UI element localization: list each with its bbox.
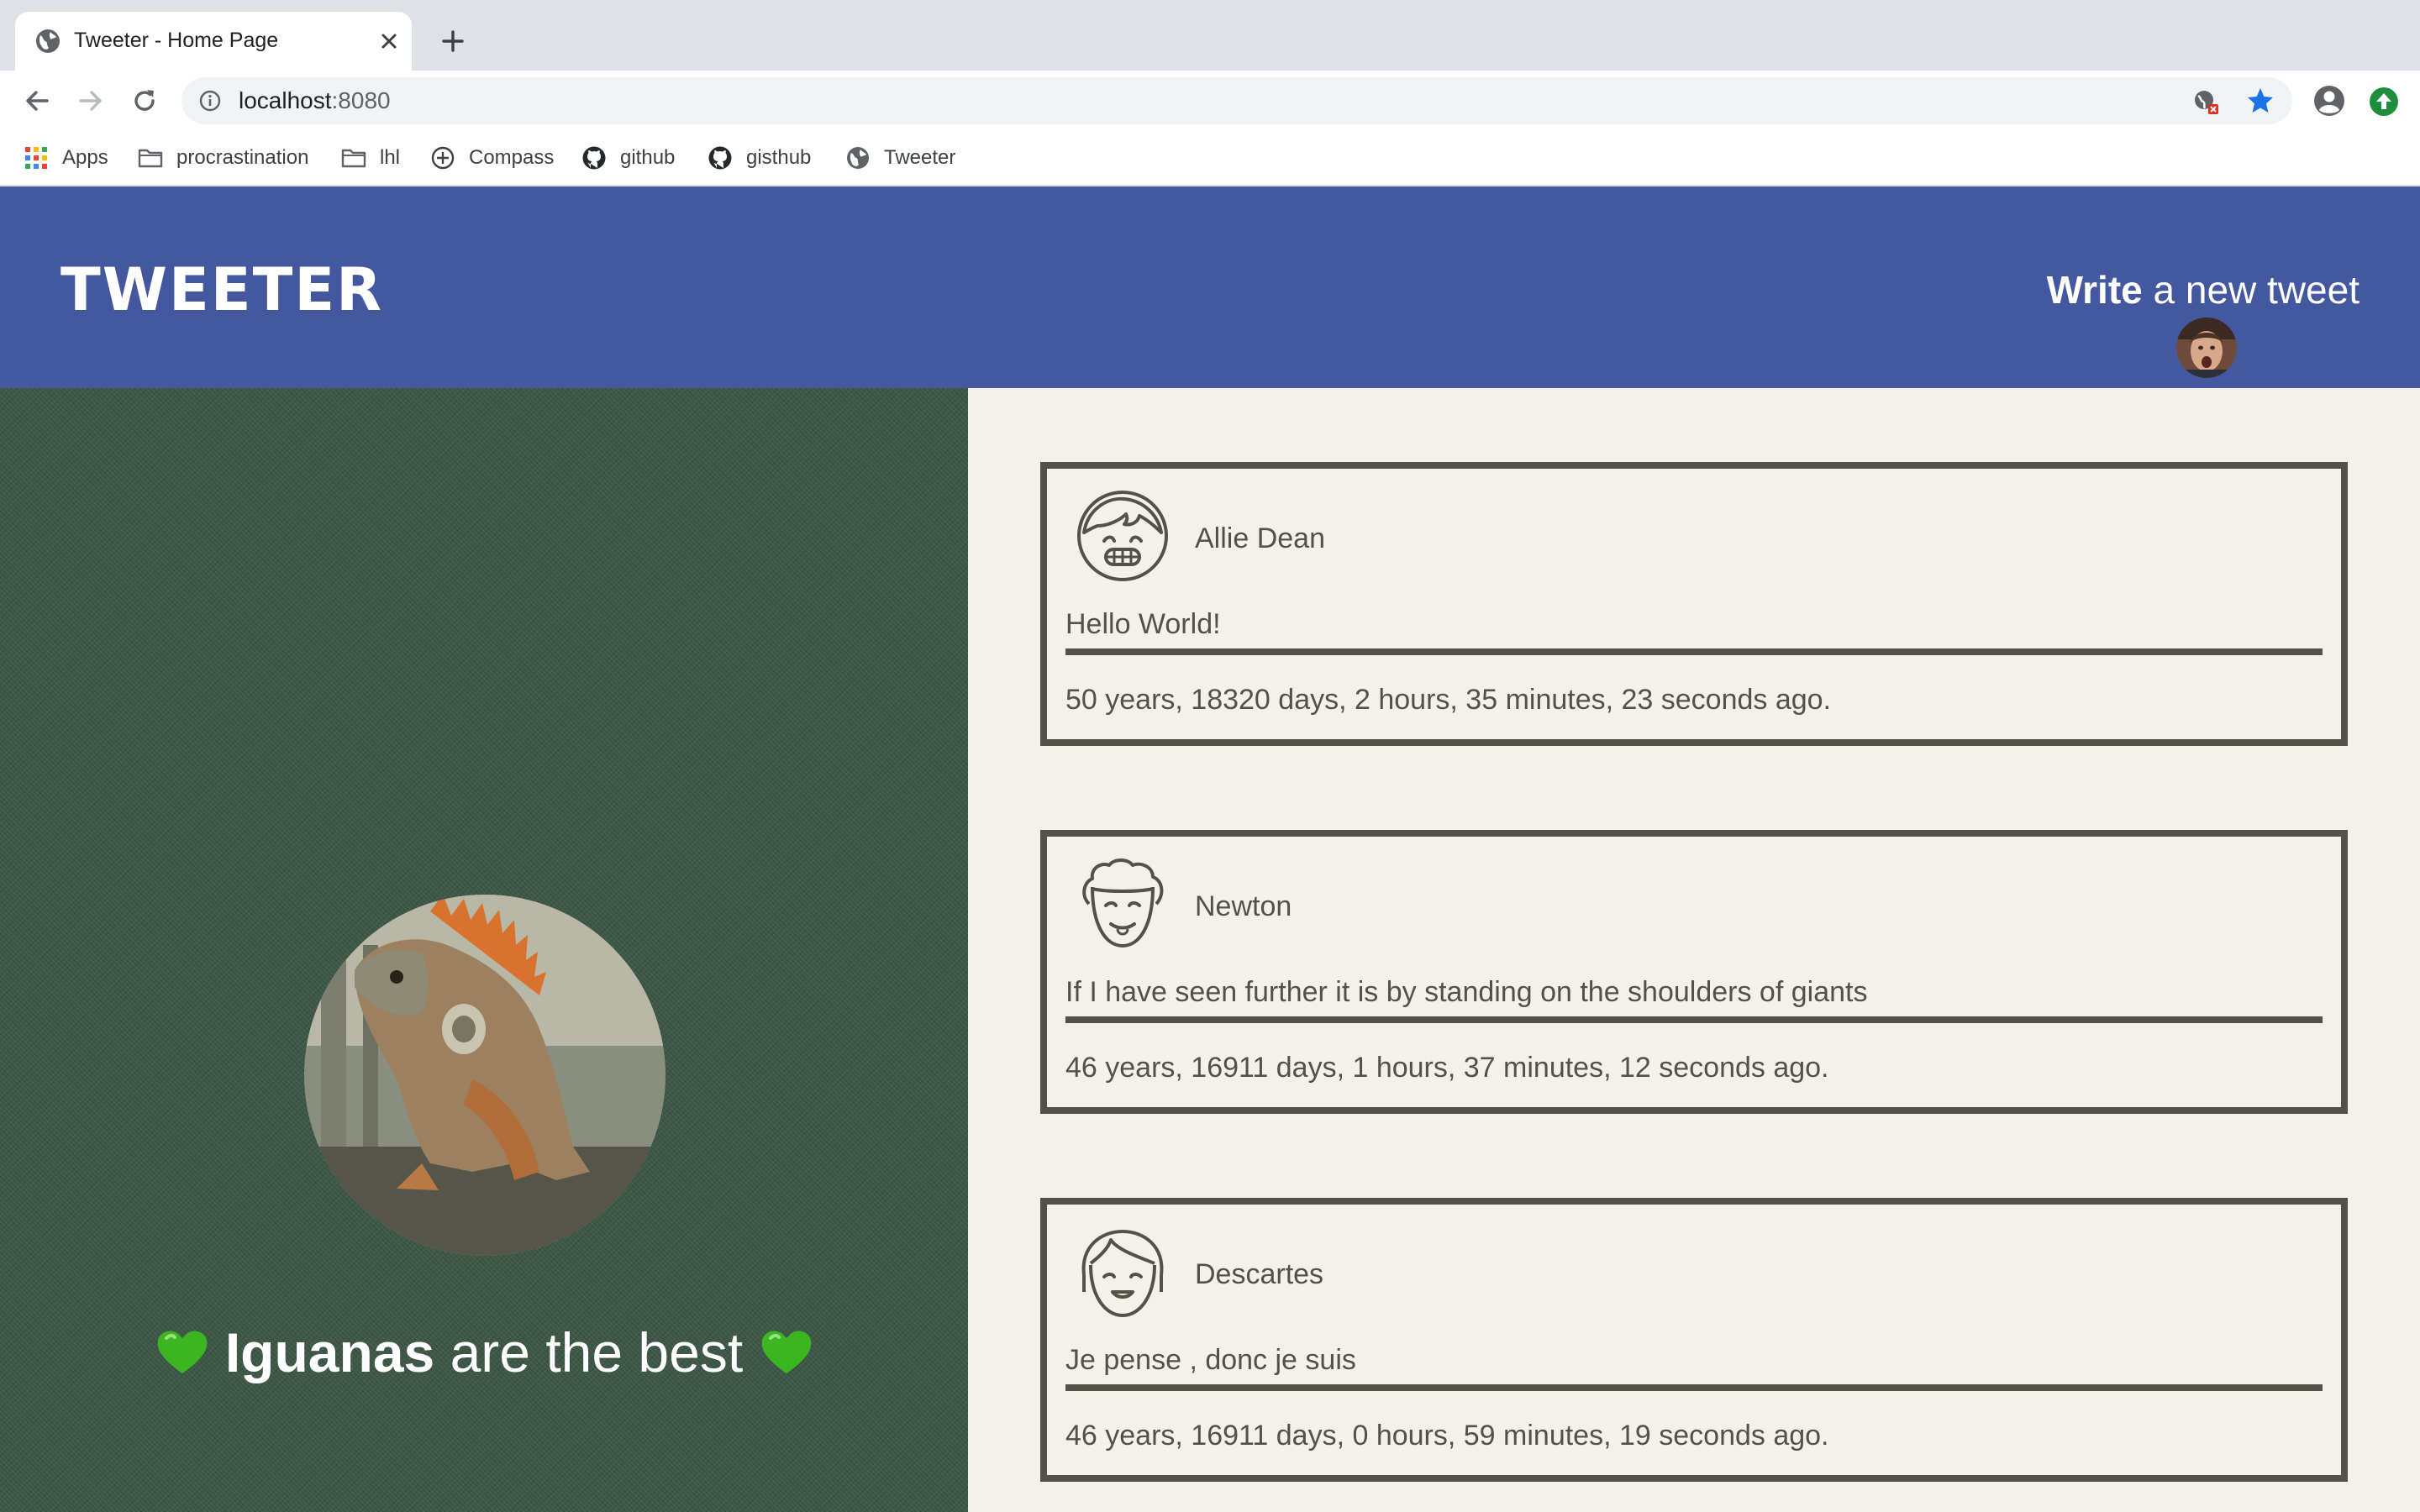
address-bar[interactable]: localhost:8080 — [182, 77, 2292, 124]
url-port: :8080 — [331, 87, 391, 113]
github-icon — [708, 146, 732, 170]
tweet-timestamp: 50 years, 18320 days, 2 hours, 35 minute… — [1065, 684, 1832, 716]
url-host: localhost — [239, 87, 332, 113]
cartoon-avatar-icon — [1077, 491, 1168, 581]
browser-tabstrip: Tweeter - Home Page — [0, 0, 2420, 71]
browser-tab[interactable]: Tweeter - Home Page — [15, 12, 412, 71]
plus-icon[interactable] — [439, 27, 467, 55]
bookmarks-bar: Apps procrastination lhl Compass github — [0, 131, 2420, 186]
bookmark-label: Compass — [469, 146, 555, 169]
profile-panel: Iguanas are the best — [0, 388, 968, 1512]
bookmark-github[interactable]: github — [581, 143, 675, 173]
tweet-author-name: Descartes — [1195, 1258, 1324, 1290]
info-icon[interactable] — [198, 89, 222, 113]
browser-toolbar: localhost:8080 — [0, 71, 2420, 131]
user-avatar[interactable] — [2176, 318, 2237, 378]
tweeter-page: Tweeter Write a new tweet — [0, 186, 2420, 1512]
tweet-content: Je pense , donc je suis — [1065, 1344, 1356, 1376]
bookmark-label: lhl — [380, 146, 401, 169]
write-new-tweet-button[interactable]: Write a new tweet — [2047, 267, 2360, 312]
tweet-content: If I have seen further it is by standing… — [1065, 976, 1868, 1008]
tab-title: Tweeter - Home Page — [74, 29, 279, 52]
site-logo[interactable]: Tweeter — [60, 255, 383, 324]
tweet-timestamp: 46 years, 16911 days, 0 hours, 59 minute… — [1065, 1420, 1829, 1452]
extension-icon[interactable] — [2191, 87, 2220, 116]
compose-label-rest: a new tweet — [2142, 268, 2360, 312]
bookmark-label: Apps — [62, 146, 108, 169]
github-icon — [582, 146, 606, 170]
bookmark-compass[interactable]: Compass — [430, 143, 554, 173]
star-icon[interactable] — [2245, 86, 2275, 116]
tweet-content: Hello World! — [1065, 608, 1221, 640]
cartoon-avatar-icon — [1082, 858, 1164, 948]
tweet-divider — [1065, 1016, 2323, 1023]
globe-icon — [847, 147, 869, 169]
bookmark-procrastination[interactable]: procrastination — [138, 143, 308, 173]
tagline-bold: Iguanas — [224, 1321, 435, 1383]
compass-icon — [431, 146, 455, 170]
profile-picture — [304, 895, 666, 1256]
bookmark-label: Tweeter — [884, 146, 956, 169]
back-arrow-icon[interactable] — [22, 86, 52, 116]
folder-icon — [341, 149, 366, 168]
update-icon[interactable] — [2368, 86, 2400, 118]
profile-icon[interactable] — [2312, 84, 2346, 118]
bookmark-label: github — [620, 146, 676, 169]
tweet-timestamp: 46 years, 16911 days, 1 hours, 37 minute… — [1065, 1052, 1829, 1084]
apps-grid-icon — [25, 147, 47, 169]
bookmark-apps[interactable]: Apps — [24, 143, 108, 173]
iguana-image — [304, 895, 666, 1256]
bookmark-gisthub[interactable]: gisthub — [708, 143, 811, 173]
reload-icon[interactable] — [129, 86, 160, 116]
compose-label-bold: Write — [2046, 268, 2143, 312]
forward-arrow-icon[interactable] — [76, 86, 106, 116]
bookmark-tweeter[interactable]: Tweeter — [845, 143, 955, 173]
globe-icon — [36, 29, 60, 53]
tweet-feed: Allie Dean Hello World! 50 years, 18320 … — [968, 388, 2420, 1512]
url-text[interactable]: localhost:8080 — [239, 87, 391, 114]
tweet-divider — [1065, 648, 2323, 655]
tweet-card: Allie Dean Hello World! 50 years, 18320 … — [1040, 462, 2348, 746]
user-avatar-photo — [2176, 318, 2237, 378]
tweet-card: Newton If I have seen further it is by s… — [1040, 830, 2348, 1114]
profile-tagline: Iguanas are the best — [0, 1320, 968, 1384]
green-heart-icon — [761, 1331, 811, 1373]
tweet-author-name: Newton — [1195, 890, 1292, 922]
tagline-rest: are the best — [434, 1321, 744, 1383]
site-header: Tweeter Write a new tweet — [0, 186, 2420, 388]
bookmark-label: gisthub — [746, 146, 812, 169]
close-icon[interactable] — [376, 29, 402, 54]
green-heart-icon — [157, 1331, 207, 1373]
bookmark-label: procrastination — [176, 146, 309, 169]
tweet-divider — [1065, 1384, 2323, 1391]
bookmark-lhl[interactable]: lhl — [341, 143, 400, 173]
cartoon-avatar-icon — [1081, 1229, 1164, 1318]
folder-icon — [138, 149, 163, 168]
tweet-author-name: Allie Dean — [1195, 522, 1325, 554]
tweet-card: Descartes Je pense , donc je suis 46 yea… — [1040, 1198, 2348, 1482]
